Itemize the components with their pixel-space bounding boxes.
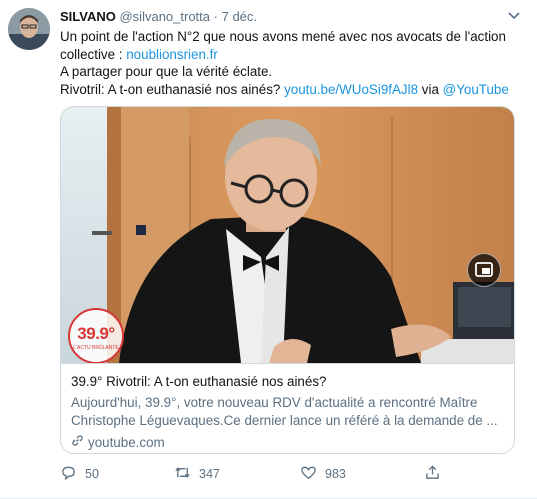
reply-button[interactable]: 50 xyxy=(60,462,99,486)
tweet-date[interactable]: 7 déc. xyxy=(222,9,257,24)
tweet-actions: 50 347 983 xyxy=(60,462,515,486)
like-icon xyxy=(300,464,317,484)
card-info[interactable]: 39.9° Rivotril: A t-on euthanasié nos ai… xyxy=(61,363,514,453)
tweet-text: Un point de l'action N°2 que nous avons … xyxy=(60,28,520,98)
tweet-line-4: Rivotril: A t-on euthanasié nos ainés? y… xyxy=(60,81,520,99)
author-name[interactable]: SILVANO xyxy=(60,9,116,24)
tweet-line-2-text: collective : xyxy=(60,46,127,62)
pip-icon[interactable] xyxy=(467,253,501,287)
noublionsrien-link[interactable]: noublionsrien.fr xyxy=(126,47,218,62)
tweet-line-3: A partager pour que la vérité éclate. xyxy=(60,64,273,79)
badge-sub: L'ACTU BRÛLANTE xyxy=(73,345,119,351)
tweet-line-1: Un point de l'action N°2 que nous avons … xyxy=(60,29,506,44)
date-separator: · xyxy=(213,9,218,24)
retweet-count: 347 xyxy=(199,467,220,481)
retweet-button[interactable]: 347 xyxy=(174,462,220,486)
badge-number: 39.9° xyxy=(77,324,115,343)
tweet-line-4-text: Rivotril: A t-on euthanasié nos ainés? xyxy=(60,81,285,97)
card-title: 39.9° Rivotril: A t-on euthanasié nos ai… xyxy=(71,374,327,389)
youtube-short-link[interactable]: youtu.be/WUoSi9fAJl8 xyxy=(284,82,418,97)
reply-count: 50 xyxy=(85,467,99,481)
tweet[interactable]: SILVANO @silvano_trotta · 7 déc. Un poin… xyxy=(0,0,537,499)
author-handle[interactable]: @silvano_trotta xyxy=(119,9,210,24)
via-text: via xyxy=(418,81,443,97)
share-button[interactable] xyxy=(424,462,441,486)
avatar[interactable] xyxy=(8,8,50,50)
card-thumbnail[interactable]: 39.9° L'ACTU BRÛLANTE xyxy=(61,107,514,364)
share-icon xyxy=(424,464,441,484)
tweet-header: SILVANO @silvano_trotta · 7 déc. xyxy=(60,9,507,27)
card-description-line-2: Christophe Léguevaques.Ce dernier lance … xyxy=(71,412,498,428)
youtube-mention-link[interactable]: @YouTube xyxy=(443,82,509,97)
channel-badge: 39.9° L'ACTU BRÛLANTE xyxy=(68,308,124,364)
card-domain-text: youtube.com xyxy=(88,434,165,450)
link-card[interactable]: 39.9° L'ACTU BRÛLANTE 39.9° Rivotril: A … xyxy=(60,106,515,454)
tweet-line-2: collective : noublionsrien.fr xyxy=(60,46,520,64)
chevron-down-icon[interactable] xyxy=(505,6,523,24)
card-domain: youtube.com xyxy=(71,434,165,450)
retweet-icon xyxy=(174,464,191,484)
card-description: Aujourd'hui, 39.9°, votre nouveau RDV d'… xyxy=(71,394,507,429)
link-icon xyxy=(71,434,84,450)
card-description-line-1: Aujourd'hui, 39.9°, votre nouveau RDV d'… xyxy=(71,395,478,410)
like-count: 983 xyxy=(325,467,346,481)
like-button[interactable]: 983 xyxy=(300,462,346,486)
reply-icon xyxy=(60,464,77,484)
